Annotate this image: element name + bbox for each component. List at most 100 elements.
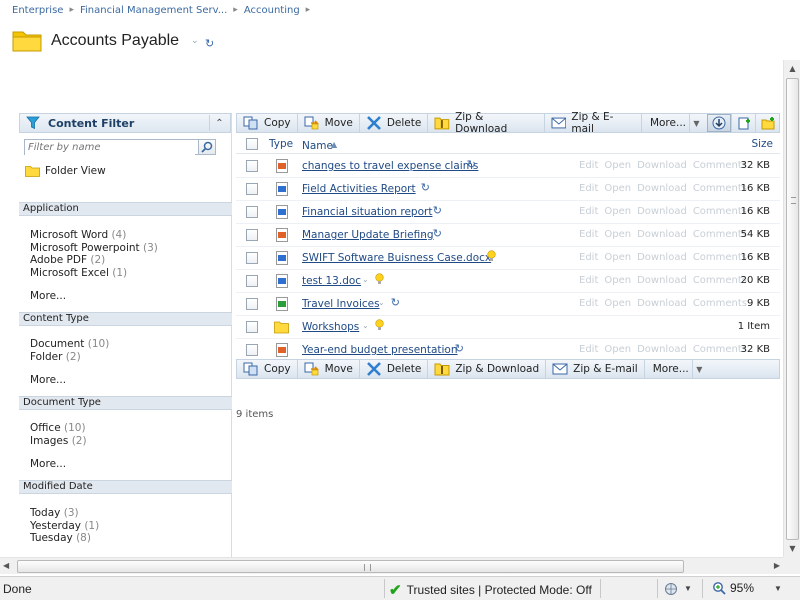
chevron-down-icon[interactable]: ⌄ [378, 298, 385, 307]
comments-action[interactable]: Comments [693, 275, 747, 286]
copy-button[interactable]: Copy [237, 360, 298, 378]
more-menu[interactable]: More... ▼ [642, 114, 707, 132]
zip-download-button[interactable]: Zip & Download [428, 111, 545, 135]
horizontal-scroll-thumb[interactable] [17, 560, 684, 573]
row-checkbox[interactable] [246, 206, 258, 218]
edit-action[interactable]: Edit [579, 298, 598, 309]
zip-download-button[interactable]: Zip & Download [428, 360, 547, 378]
row-checkbox[interactable] [246, 160, 258, 172]
add-folder-button[interactable] [755, 114, 779, 132]
chevron-down-icon[interactable]: ⌄ [408, 183, 415, 192]
security-zone[interactable]: ✔ Trusted sites | Protected Mode: Off [389, 581, 592, 599]
open-action[interactable]: Open [604, 160, 631, 171]
application-more-link[interactable]: More... [30, 290, 66, 302]
move-button[interactable]: Move [298, 360, 360, 378]
filter-item-folder[interactable]: Folder (2) [30, 351, 109, 364]
move-button[interactable]: Move [298, 114, 360, 132]
download-action[interactable]: Download [637, 206, 687, 217]
row-checkbox[interactable] [246, 183, 258, 195]
select-all-checkbox[interactable] [246, 138, 258, 150]
comments-action[interactable]: Comments [693, 183, 747, 194]
folder-view-link[interactable]: Folder View [25, 165, 106, 177]
open-action[interactable]: Open [604, 275, 631, 286]
breadcrumb-financial-management[interactable]: Financial Management Serv... [80, 5, 227, 16]
vertical-scroll-thumb[interactable] [786, 78, 799, 540]
chevron-down-icon[interactable]: ⌄ [362, 275, 369, 284]
content-type-more-link[interactable]: More... [30, 374, 66, 386]
comments-action[interactable]: Comments [693, 252, 747, 263]
file-name-link[interactable]: Manager Update Briefing [302, 229, 434, 241]
refresh-icon[interactable]: ↻ [391, 296, 400, 309]
chevron-down-icon[interactable]: ▼ [774, 584, 782, 593]
type-column-header[interactable]: Type [269, 138, 293, 150]
comments-action[interactable]: Comments [693, 160, 747, 171]
delete-button[interactable]: Delete [360, 360, 429, 378]
edit-action[interactable]: Edit [579, 160, 598, 171]
filter-section-application[interactable]: Application [19, 202, 232, 216]
breadcrumb-enterprise[interactable]: Enterprise [12, 5, 63, 16]
download-action[interactable]: Download [637, 275, 687, 286]
more-menu[interactable]: More... ▼ [645, 360, 710, 378]
filter-item-yesterday[interactable]: Yesterday (1) [30, 520, 99, 533]
refresh-icon[interactable]: ↻ [433, 227, 442, 240]
collapse-button[interactable]: ⌃ [209, 115, 229, 131]
open-action[interactable]: Open [604, 298, 631, 309]
refresh-icon[interactable]: ↻ [433, 204, 442, 217]
file-name-link[interactable]: changes to travel expense claims [302, 160, 478, 172]
horizontal-scrollbar[interactable]: ◀ ▶ [0, 557, 783, 574]
zip-email-button[interactable]: Zip & E-mail [546, 360, 645, 378]
scroll-down-arrow-icon[interactable]: ▼ [784, 540, 800, 557]
filter-section-content-type[interactable]: Content Type [19, 312, 232, 326]
scroll-right-arrow-icon[interactable]: ▶ [774, 561, 780, 570]
file-name-link[interactable]: Year-end budget presentation [302, 344, 458, 356]
row-checkbox[interactable] [246, 344, 258, 356]
dropdown-arrow-icon[interactable]: ▼ [691, 360, 706, 378]
chevron-down-icon[interactable]: ⌄ [191, 36, 199, 46]
download-view-button[interactable] [707, 114, 731, 132]
chevron-down-icon[interactable]: ▼ [684, 584, 692, 593]
chevron-down-icon[interactable]: ⌄ [454, 160, 461, 169]
filter-search-button[interactable] [198, 139, 216, 155]
chevron-down-icon[interactable]: ⌄ [420, 206, 427, 215]
refresh-icon[interactable]: ↻ [467, 158, 476, 171]
filter-item-today[interactable]: Today (3) [30, 507, 99, 520]
open-action[interactable]: Open [604, 252, 631, 263]
file-name-link[interactable]: Financial situation report [302, 206, 432, 218]
name-column-header[interactable]: Name [302, 140, 333, 152]
edit-action[interactable]: Edit [579, 252, 598, 263]
row-checkbox[interactable] [246, 321, 258, 333]
filter-item-office[interactable]: Office (10) [30, 422, 87, 435]
edit-action[interactable]: Edit [579, 206, 598, 217]
chevron-down-icon[interactable]: ⌄ [362, 321, 369, 330]
delete-button[interactable]: Delete [360, 114, 429, 132]
row-checkbox[interactable] [246, 252, 258, 264]
open-action[interactable]: Open [604, 206, 631, 217]
download-action[interactable]: Download [637, 160, 687, 171]
filter-item-document[interactable]: Document (10) [30, 338, 109, 351]
download-action[interactable]: Download [637, 298, 687, 309]
chevron-down-icon[interactable]: ⌄ [442, 344, 449, 353]
filter-item-microsoft-excel[interactable]: Microsoft Excel (1) [30, 267, 158, 280]
protected-mode-globe-icon[interactable] [664, 582, 680, 596]
file-name-link[interactable]: SWIFT Software Buisness Case.docx [302, 252, 491, 264]
open-action[interactable]: Open [604, 183, 631, 194]
filter-section-document-type[interactable]: Document Type [19, 396, 232, 410]
download-action[interactable]: Download [637, 183, 687, 194]
scroll-left-arrow-icon[interactable]: ◀ [3, 561, 9, 570]
filter-item-adobe-pdf[interactable]: Adobe PDF (2) [30, 254, 158, 267]
filter-item-microsoft-word[interactable]: Microsoft Word (4) [30, 229, 158, 242]
open-action[interactable]: Open [604, 229, 631, 240]
dropdown-arrow-icon[interactable]: ▼ [689, 114, 703, 132]
comments-action[interactable]: Comments [693, 298, 747, 309]
add-document-button[interactable] [731, 114, 755, 132]
row-checkbox[interactable] [246, 298, 258, 310]
comments-action[interactable]: Comments [693, 206, 747, 217]
comments-action[interactable]: Comments [693, 229, 747, 240]
file-name-link[interactable]: Travel Invoices [302, 298, 380, 310]
chevron-down-icon[interactable]: ⌄ [474, 252, 481, 261]
zoom-control[interactable]: 95% ▼ [712, 581, 782, 595]
file-name-link[interactable]: Field Activities Report [302, 183, 416, 195]
size-column-header[interactable]: Size [751, 138, 773, 150]
refresh-icon[interactable]: ↻ [455, 342, 464, 355]
download-action[interactable]: Download [637, 344, 687, 355]
